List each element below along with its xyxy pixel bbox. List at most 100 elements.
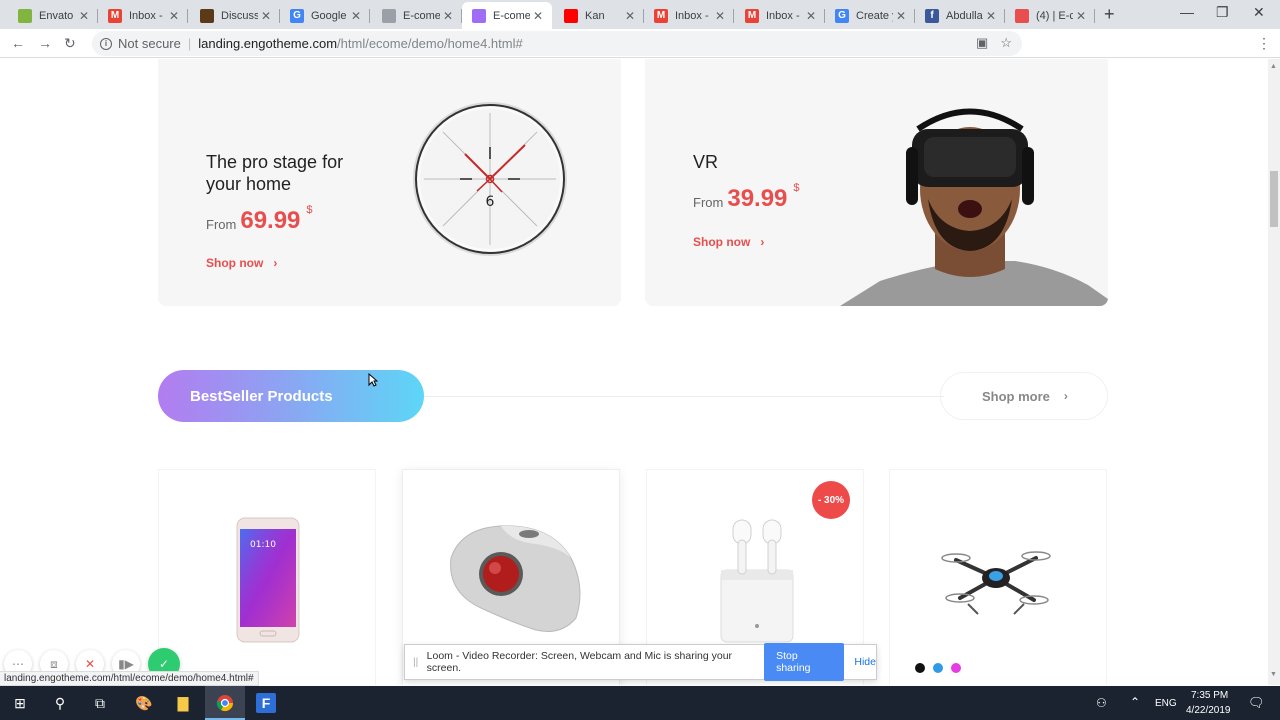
browser-tab[interactable]: Envato ✕ bbox=[8, 2, 98, 29]
wall-clock-image: 6 bbox=[413, 102, 567, 256]
loom-sharing-message: Loom - Video Recorder: Screen, Webcam an… bbox=[426, 650, 733, 674]
promo-banner-clock[interactable]: The pro stage for your home From 69.99 $… bbox=[158, 59, 621, 306]
chrome-menu-icon[interactable]: ⋮ bbox=[1257, 35, 1271, 52]
file-explorer-icon[interactable]: ▇ bbox=[173, 693, 193, 713]
web-page: The pro stage for your home From 69.99 $… bbox=[0, 59, 1268, 685]
paint-app-icon[interactable]: 🎨 bbox=[134, 693, 154, 713]
url-path: /html/ecome/demo/home4.html# bbox=[337, 36, 523, 51]
search-icon[interactable]: ⚲ bbox=[50, 693, 70, 713]
browser-tab[interactable]: M Inbox - ✕ bbox=[644, 2, 734, 29]
trackball-mouse-image bbox=[450, 525, 581, 632]
browser-tab[interactable]: E-come ✕ bbox=[372, 2, 462, 29]
windows-taskbar: ⊞ ⚲ ⧉ 🎨 ▇ F ⚇ ⌃ ENG 7:35 PM 4/22/2019 🗨 bbox=[0, 686, 1280, 720]
tab-close-icon[interactable]: ✕ bbox=[712, 9, 728, 23]
promo-banner-vr[interactable]: VR From 39.99 $ Shop now › bbox=[645, 59, 1108, 306]
discount-badge: - 30% bbox=[812, 481, 850, 519]
windows-start-icon[interactable]: ⊞ bbox=[10, 693, 30, 713]
tab-label: E-come bbox=[403, 9, 440, 22]
tab-favicon-icon bbox=[1015, 8, 1029, 23]
banner-title: VR bbox=[693, 151, 718, 173]
forward-icon[interactable]: → bbox=[38, 35, 52, 51]
stop-sharing-button[interactable]: Stop sharing bbox=[764, 643, 845, 681]
browser-tab[interactable]: G Create y✕ bbox=[825, 2, 915, 29]
tab-label: Inbox - bbox=[129, 9, 163, 22]
tab-label: Inbox - bbox=[675, 9, 709, 22]
banner-price: From 69.99 $ bbox=[206, 204, 313, 235]
minimize-button[interactable]: — bbox=[1180, 4, 1194, 20]
tab-close-icon[interactable]: ✕ bbox=[1073, 9, 1089, 23]
scrollbar-thumb[interactable] bbox=[1270, 171, 1278, 227]
product-card-phone[interactable]: 01:10 bbox=[158, 469, 376, 685]
shop-now-link[interactable]: Shop now › bbox=[206, 256, 277, 270]
time-label[interactable]: 7:35 PM bbox=[1191, 690, 1228, 701]
language-indicator[interactable]: ENG bbox=[1155, 698, 1177, 709]
browser-tab[interactable]: M Inbox - ✕ bbox=[735, 2, 825, 29]
browser-tab[interactable]: Discussi ✕ bbox=[190, 2, 280, 29]
banner-title-line1: VR bbox=[693, 152, 719, 172]
tray-expand-icon[interactable]: ⌃ bbox=[1130, 695, 1140, 709]
section-title: BestSeller Products bbox=[190, 387, 333, 405]
tab-close-icon[interactable]: ✕ bbox=[76, 9, 92, 23]
address-bar[interactable]: i Not secure | landing.engotheme.com/htm… bbox=[92, 31, 1022, 56]
notifications-icon[interactable]: 🗨 bbox=[1248, 695, 1265, 711]
date-label[interactable]: 4/22/2019 bbox=[1186, 705, 1231, 716]
shop-now-link[interactable]: Shop now › bbox=[693, 235, 764, 249]
task-view-icon[interactable]: ⧉ bbox=[90, 693, 110, 713]
scroll-up-icon[interactable]: ▲ bbox=[1270, 63, 1277, 70]
reload-icon[interactable]: ↻ bbox=[64, 35, 76, 52]
url-separator: | bbox=[187, 36, 192, 51]
color-swatch-blue[interactable] bbox=[933, 663, 943, 673]
tab-close-icon[interactable]: ✕ bbox=[530, 9, 546, 23]
bookmark-star-icon[interactable]: ☆ bbox=[1000, 35, 1012, 51]
scroll-down-icon[interactable]: ▼ bbox=[1270, 671, 1277, 678]
tab-close-icon[interactable]: ✕ bbox=[893, 9, 909, 23]
info-icon[interactable]: i bbox=[100, 37, 112, 50]
back-icon[interactable]: ← bbox=[11, 35, 25, 51]
hide-button[interactable]: Hide bbox=[854, 656, 876, 668]
product-card-drone[interactable] bbox=[889, 469, 1107, 685]
color-swatch-black[interactable] bbox=[915, 663, 925, 673]
shop-more-label: Shop more bbox=[982, 388, 1050, 404]
security-label: Not secure bbox=[118, 36, 181, 51]
drag-handle-icon[interactable]: || bbox=[413, 657, 421, 668]
tab-favicon-icon: M bbox=[654, 8, 668, 23]
new-tab-button[interactable]: + bbox=[1104, 4, 1115, 25]
tab-close-icon[interactable]: ✕ bbox=[166, 9, 182, 23]
close-window-button[interactable]: ✕ bbox=[1253, 4, 1265, 21]
tab-close-icon[interactable]: ✕ bbox=[983, 9, 999, 23]
from-label: From bbox=[206, 217, 237, 232]
browser-tab[interactable]: f Abdulla ✕ bbox=[915, 2, 1005, 29]
tab-favicon-icon: G bbox=[290, 8, 304, 23]
tab-favicon-icon: G bbox=[835, 8, 849, 23]
app-f-icon[interactable]: F bbox=[256, 693, 276, 713]
tab-close-icon[interactable]: ✕ bbox=[348, 9, 364, 23]
banner-title-line1: The pro stage for bbox=[206, 152, 344, 172]
url-host: landing.engotheme.com bbox=[198, 36, 338, 51]
tab-close-icon[interactable]: ✕ bbox=[440, 9, 456, 23]
people-icon[interactable]: ⚇ bbox=[1096, 696, 1107, 710]
phone-screen-time: 01:10 bbox=[250, 540, 276, 550]
section-title-pill: BestSeller Products bbox=[158, 370, 424, 422]
browser-tab[interactable]: E-come ✕ bbox=[462, 2, 552, 29]
tab-favicon-icon: f bbox=[925, 8, 939, 23]
chrome-app-icon[interactable] bbox=[215, 693, 235, 713]
tab-favicon-icon: M bbox=[745, 8, 759, 23]
tab-close-icon[interactable]: ✕ bbox=[258, 9, 274, 23]
browser-tab[interactable]: Kan ✕ bbox=[554, 2, 644, 29]
tab-label: Discussi bbox=[221, 9, 258, 22]
maximize-button[interactable]: ❐ bbox=[1216, 4, 1229, 21]
blocked-popup-icon[interactable]: ▣ bbox=[976, 35, 988, 51]
tab-close-icon[interactable]: ✕ bbox=[803, 9, 819, 23]
tab-label: Inbox - bbox=[766, 9, 800, 22]
browser-tab-strip: + — ❐ ✕ Envato ✕ M Inbox - ✕ Discussi ✕ G Google… bbox=[0, 0, 1280, 29]
browser-tab[interactable]: (4) | E-co✕ bbox=[1005, 2, 1095, 29]
color-swatch-magenta[interactable] bbox=[951, 663, 961, 673]
tab-favicon-icon bbox=[18, 8, 32, 23]
page-scrollbar[interactable]: ▲ ▼ bbox=[1268, 59, 1280, 685]
browser-tab[interactable]: M Inbox - ✕ bbox=[98, 2, 188, 29]
svg-text:6: 6 bbox=[486, 194, 495, 210]
browser-tab[interactable]: G Google ✕ bbox=[280, 2, 370, 29]
status-bar-url: landing.engotheme.com/html/ecome/demo/ho… bbox=[0, 671, 259, 686]
shop-more-button[interactable]: Shop more › bbox=[940, 372, 1108, 420]
tab-close-icon[interactable]: ✕ bbox=[622, 9, 638, 23]
